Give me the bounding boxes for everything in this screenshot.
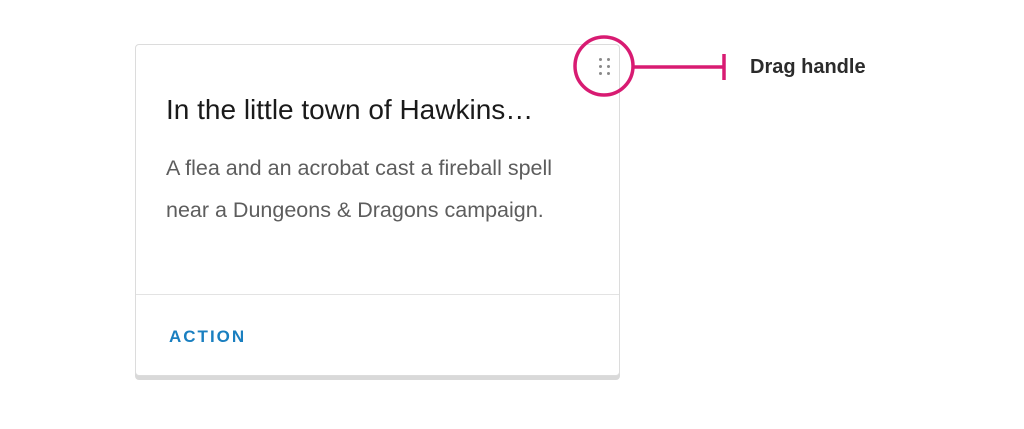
card-body-text: A flea and an acrobat cast a fireball sp…: [166, 156, 553, 222]
annotation-label: Drag handle: [750, 56, 866, 78]
card-action-button[interactable]: ACTION: [169, 327, 246, 347]
card: In the little town of Hawkins… A flea an…: [135, 44, 620, 376]
drag-handle[interactable]: [594, 56, 616, 78]
card-title: In the little town of Hawkins…: [166, 94, 534, 125]
card-divider: [136, 294, 619, 295]
